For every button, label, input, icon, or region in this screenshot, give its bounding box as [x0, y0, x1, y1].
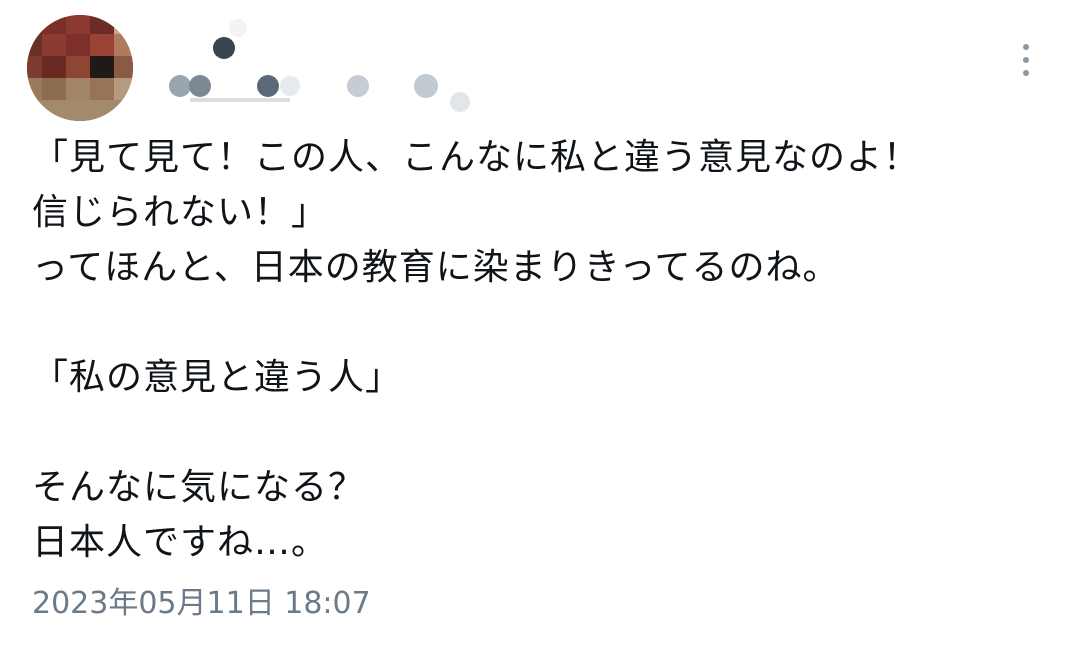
tweet-text-line: ってほんと、日本の教育に染まりきってるのね。: [32, 247, 840, 288]
tweet-text-line: 日本人ですね…。: [32, 522, 329, 563]
tweet-text-line: 「私の意見と違う人」: [32, 357, 403, 398]
tweet-timestamp[interactable]: 2023年05月11日 18:07: [32, 584, 371, 624]
more-options-button[interactable]: [1008, 40, 1044, 80]
author-name-redacted[interactable]: [160, 14, 490, 114]
tweet-text-line: そんなに気になる？: [32, 467, 366, 508]
more-vertical-icon: [1023, 44, 1029, 76]
avatar[interactable]: [18, 12, 138, 122]
tweet-text: 「見て見て！この人、こんなに私と違う意見なのよ！ 信じられない！」 ってほんと、…: [32, 130, 1052, 570]
tweet-text-line: 「見て見て！この人、こんなに私と違う意見なのよ！: [32, 137, 921, 178]
tweet-header: [0, 0, 1079, 122]
tweet-text-line: [32, 405, 1052, 460]
tweet-text-line: 信じられない！」: [32, 192, 329, 233]
tweet-text-line: [32, 295, 1052, 350]
